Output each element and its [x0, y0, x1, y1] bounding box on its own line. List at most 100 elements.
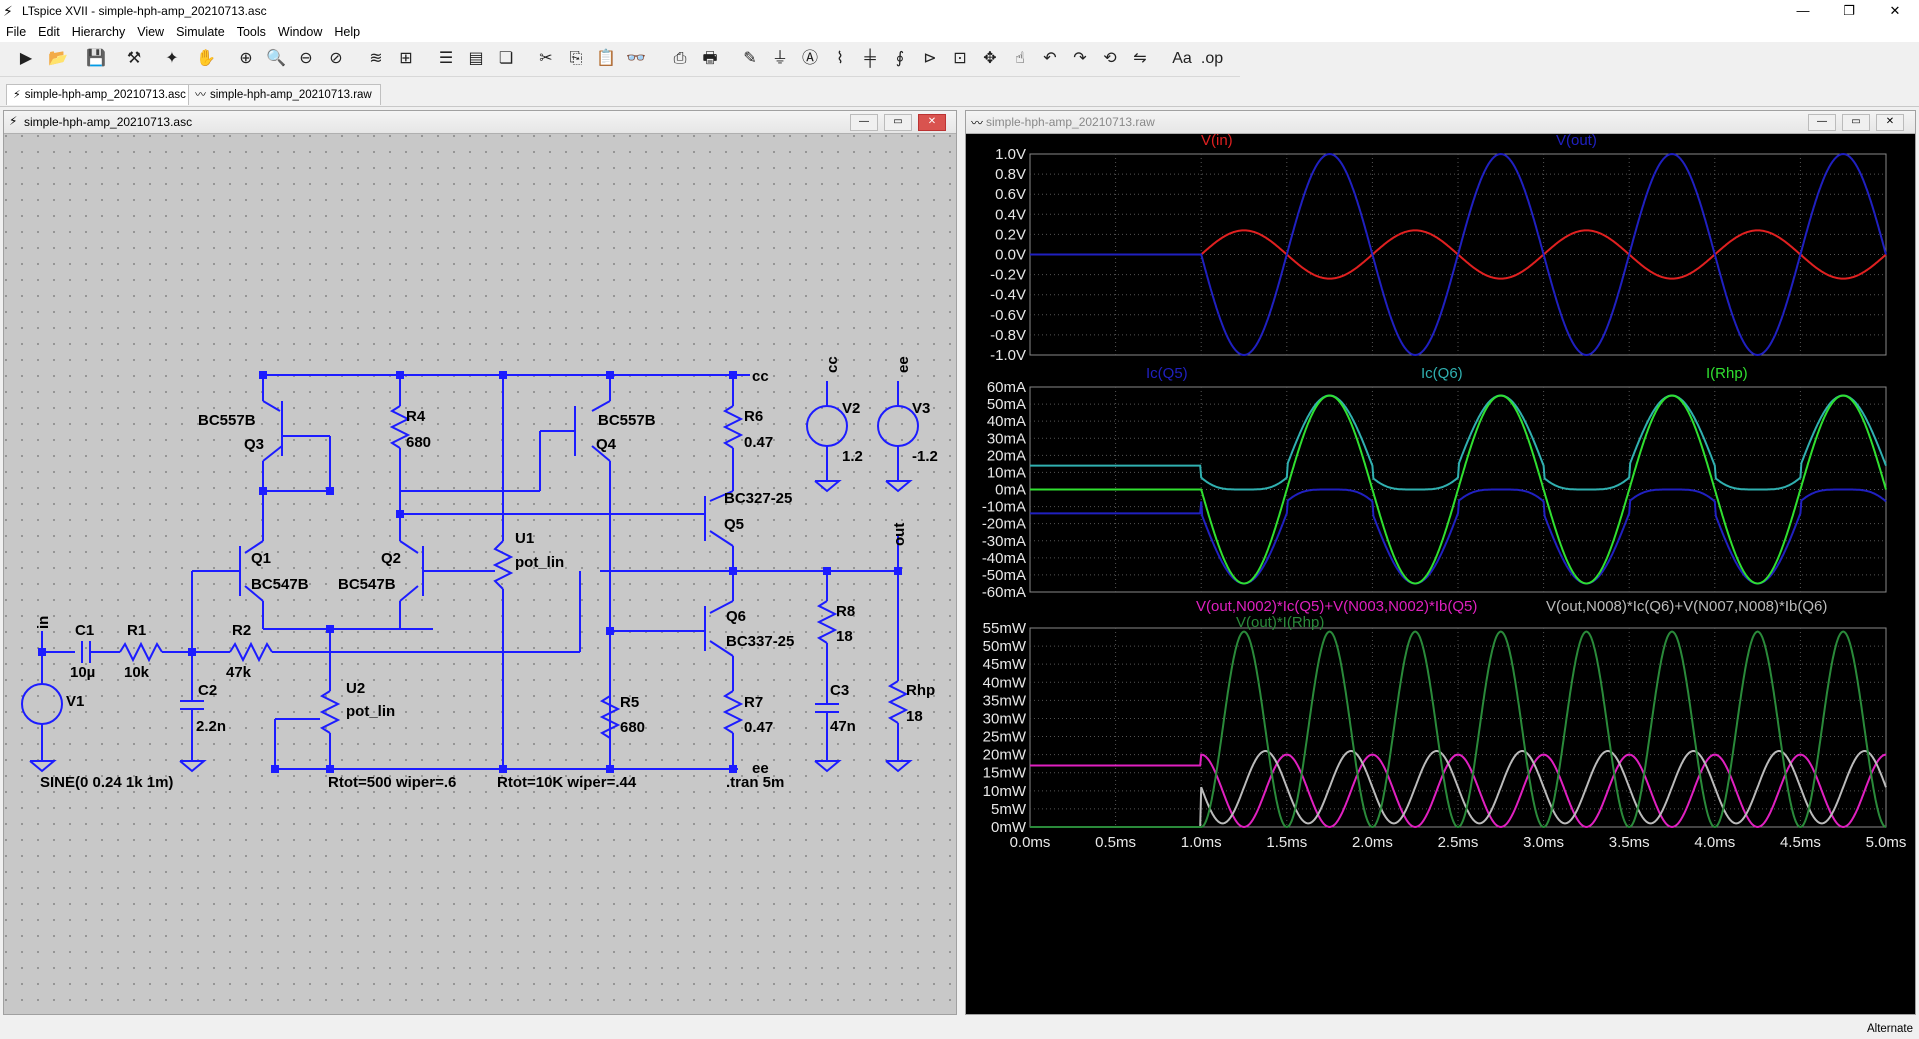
- plot-frame: [1029, 627, 1887, 828]
- label-c2-val: 2.2n: [196, 718, 226, 735]
- label-r1: R1: [127, 622, 146, 639]
- schematic-window-titlebar: ⚡ simple-hph-amp_20210713.asc — ▭ ✕: [4, 111, 956, 134]
- capacitor-icon[interactable]: ╪: [858, 47, 882, 71]
- resistor-icon[interactable]: ⌇: [828, 47, 852, 71]
- menu-view[interactable]: View: [131, 22, 170, 39]
- inductor-icon[interactable]: ∮: [888, 47, 912, 71]
- schematic-minimize-button[interactable]: —: [850, 114, 878, 131]
- autorange-icon[interactable]: ≋: [364, 47, 388, 71]
- label-u1: U1: [515, 530, 534, 547]
- grid-icon[interactable]: ⊞: [394, 47, 418, 71]
- waveform-close-button[interactable]: ✕: [1876, 114, 1904, 131]
- zoom-out-icon[interactable]: ⊖: [294, 47, 318, 71]
- menu-edit[interactable]: Edit: [32, 22, 66, 39]
- tile-horizontal-icon[interactable]: ☰: [434, 47, 458, 71]
- label-net-in: in: [35, 616, 52, 629]
- menu-hierarchy[interactable]: Hierarchy: [66, 22, 132, 39]
- label-u2-type: pot_lin: [346, 703, 395, 720]
- waveform-plot-area[interactable]: 1.0V 0.8V 0.6V 0.4V 0.2V 0.0V -0.2V -0.4V -0.6V -…: [966, 134, 1913, 1014]
- waveform-maximize-button[interactable]: ▭: [1842, 114, 1870, 131]
- run-icon[interactable]: ▶: [14, 47, 38, 71]
- trace-label[interactable]: Ic(Q5): [1146, 365, 1188, 382]
- rotate-icon[interactable]: ⟲: [1098, 47, 1122, 71]
- schematic-close-button[interactable]: ✕: [918, 114, 946, 131]
- pan-icon[interactable]: ✋: [194, 47, 218, 71]
- print-setup-icon[interactable]: 🖶: [698, 47, 722, 71]
- ground-icon[interactable]: ⏚: [768, 47, 792, 71]
- undo-icon[interactable]: ↶: [1038, 47, 1062, 71]
- redo-icon[interactable]: ↷: [1068, 47, 1092, 71]
- x-tick-label: 4.5ms: [1780, 834, 1821, 851]
- label-net-icon[interactable]: Ⓐ: [798, 47, 822, 71]
- move-icon[interactable]: ✥: [978, 47, 1002, 71]
- y-tick-label: 0.6V: [995, 186, 1026, 203]
- x-tick-label: 5.0ms: [1866, 834, 1907, 851]
- diode-icon[interactable]: ⊳: [918, 47, 942, 71]
- label-q1: Q1: [251, 550, 271, 567]
- draw-wire-icon[interactable]: ✎: [738, 47, 762, 71]
- trace-label[interactable]: Ic(Q6): [1421, 365, 1463, 382]
- menu-help[interactable]: Help: [328, 22, 366, 39]
- trace-label[interactable]: V(out,N002)*Ic(Q5)+V(N003,N002)*Ib(Q5): [1196, 598, 1477, 615]
- y-tick-label: 10mA: [987, 464, 1026, 481]
- text-icon[interactable]: Aa: [1170, 47, 1194, 71]
- y-tick-label: 60mA: [987, 379, 1026, 396]
- label-net-out: out: [891, 523, 908, 546]
- label-v3-val: -1.2: [912, 448, 938, 465]
- menu-bar: File Edit Hierarchy View Simulate Tools Window…: [0, 22, 1919, 42]
- restore-button[interactable]: ❐: [1826, 0, 1872, 22]
- label-r2: R2: [232, 622, 251, 639]
- drag-icon[interactable]: ☝: [1008, 47, 1032, 71]
- print-icon[interactable]: ⎙: [668, 47, 692, 71]
- save-icon[interactable]: 💾: [84, 47, 108, 71]
- close-button[interactable]: ✕: [1872, 0, 1918, 22]
- zoom-area-icon[interactable]: 🔍: [264, 47, 288, 71]
- y-tick-label: 0mA: [995, 482, 1026, 499]
- copy-icon[interactable]: ⎘: [564, 47, 588, 71]
- open-icon[interactable]: 📂: [46, 47, 70, 71]
- minimize-button[interactable]: —: [1780, 0, 1826, 22]
- label-c2: C2: [198, 682, 217, 699]
- y-tick-label: 0.2V: [995, 226, 1026, 243]
- schematic-window: ⚡ simple-hph-amp_20210713.asc — ▭ ✕ BC55…: [3, 110, 957, 1015]
- waveform-minimize-button[interactable]: —: [1808, 114, 1836, 131]
- tile-vertical-icon[interactable]: ▤: [464, 47, 488, 71]
- menu-simulate[interactable]: Simulate: [170, 22, 231, 39]
- status-bar: Alternate: [0, 1021, 1919, 1039]
- label-q3-type: BC557B: [198, 412, 256, 429]
- tab-label: simple-hph-amp_20210713.asc: [24, 89, 186, 101]
- schematic-maximize-button[interactable]: ▭: [884, 114, 912, 131]
- probe-icon[interactable]: ✦: [160, 47, 184, 71]
- trace-label[interactable]: V(in): [1201, 134, 1233, 149]
- label-c1: C1: [75, 622, 94, 639]
- paste-icon[interactable]: 📋: [594, 47, 618, 71]
- menu-file[interactable]: File: [0, 22, 32, 39]
- label-r4: R4: [406, 408, 426, 425]
- tab-schematic[interactable]: ⚡ simple-hph-amp_20210713.asc: [6, 84, 195, 105]
- label-r6-val: 0.47: [744, 434, 773, 451]
- zoom-in-icon[interactable]: ⊕: [234, 47, 258, 71]
- menu-tools[interactable]: Tools: [231, 22, 272, 39]
- trace-label[interactable]: I(Rhp): [1706, 365, 1748, 382]
- mirror-icon[interactable]: ⇋: [1128, 47, 1152, 71]
- schematic-canvas[interactable]: BC557B Q3 R4 680 BC557B Q4 R6 0.47 cc V2…: [4, 134, 956, 1014]
- y-tick-label: -0.2V: [990, 267, 1026, 284]
- u2-params: Rtot=500 wiper=.6: [328, 774, 456, 791]
- sine-source-directive: SINE(0 0.24 1k 1m): [40, 774, 173, 791]
- control-panel-icon[interactable]: ⚒: [122, 47, 146, 71]
- trace-label[interactable]: V(out): [1556, 134, 1597, 149]
- tab-waveform[interactable]: 〰 simple-hph-amp_20210713.raw: [188, 84, 381, 105]
- component-icon[interactable]: ⊡: [948, 47, 972, 71]
- label-q6-type: BC337-25: [726, 633, 794, 650]
- spice-directive-icon[interactable]: .op: [1200, 47, 1224, 71]
- cut-icon[interactable]: ✂: [534, 47, 558, 71]
- trace-label[interactable]: V(out)*I(Rhp): [1236, 614, 1324, 631]
- find-icon[interactable]: 👓: [624, 47, 648, 71]
- menu-window[interactable]: Window: [272, 22, 328, 39]
- label-q2: Q2: [381, 550, 401, 567]
- cascade-icon[interactable]: ❏: [494, 47, 518, 71]
- y-tick-label: -10mA: [982, 499, 1026, 516]
- y-tick-label: -30mA: [982, 533, 1026, 550]
- trace-label[interactable]: V(out,N008)*Ic(Q6)+V(N007,N008)*Ib(Q6): [1546, 598, 1827, 615]
- zoom-fit-icon[interactable]: ⊘: [324, 47, 348, 71]
